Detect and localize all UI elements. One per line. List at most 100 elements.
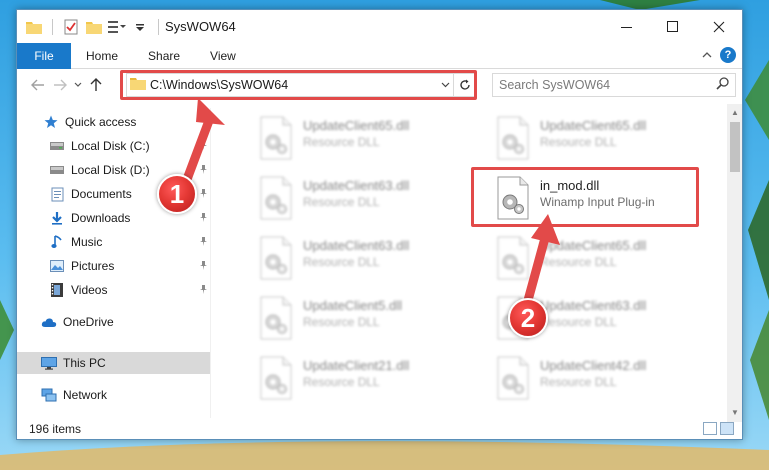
- forward-arrow-icon[interactable]: [49, 74, 71, 96]
- file-name: UpdateClient5.dll: [303, 298, 403, 313]
- nav-label: Pictures: [71, 259, 115, 273]
- status-bar: 196 items: [17, 419, 742, 439]
- address-bar-highlight: [120, 70, 477, 100]
- nav-quick-access[interactable]: Quick access: [17, 111, 210, 133]
- window-title: SysWOW64: [165, 19, 236, 34]
- star-icon: [43, 114, 59, 130]
- file-item[interactable]: UpdateClient5.dll Resource DLL: [257, 292, 487, 344]
- tab-view[interactable]: View: [195, 43, 251, 69]
- tab-file[interactable]: File: [17, 42, 71, 69]
- dll-file-icon: [257, 236, 295, 280]
- step-badge-2: 2: [508, 298, 548, 338]
- nav-label: Music: [71, 235, 103, 249]
- nav-item-network[interactable]: Network: [17, 384, 210, 406]
- dll-file-icon: [257, 296, 295, 340]
- documents-icon: [49, 186, 65, 202]
- file-item[interactable]: UpdateClient63.dll Resource DLL: [257, 232, 487, 284]
- item-count: 196 items: [29, 422, 82, 436]
- new-folder-icon[interactable]: [85, 18, 103, 36]
- dll-file-icon: [494, 236, 532, 280]
- file-name: UpdateClient65.dll: [540, 238, 647, 253]
- nav-label: Quick access: [65, 115, 137, 129]
- monitor-icon: [41, 355, 57, 371]
- file-description: Resource DLL: [540, 255, 617, 269]
- dll-file-icon: [494, 356, 532, 400]
- tab-share[interactable]: Share: [133, 43, 195, 69]
- toolbar-separator: [158, 18, 159, 35]
- search-placeholder: Search SysWOW64: [499, 78, 611, 92]
- dll-file-icon: [257, 176, 295, 220]
- expand-ribbon-icon[interactable]: [702, 48, 712, 62]
- file-description: Resource DLL: [303, 255, 380, 269]
- pin-icon[interactable]: [199, 236, 208, 248]
- up-arrow-icon[interactable]: [85, 74, 107, 96]
- back-arrow-icon[interactable]: [27, 74, 49, 96]
- pin-icon[interactable]: [199, 140, 208, 152]
- cloud-icon: [41, 314, 57, 330]
- file-list-pane: UpdateClient65.dll Resource DLL UpdateClie…: [222, 104, 727, 416]
- file-name: UpdateClient42.dll: [540, 358, 647, 373]
- help-icon[interactable]: ?: [720, 47, 736, 63]
- file-item[interactable]: UpdateClient63.dll Resource DLL: [257, 172, 487, 224]
- nav-item-pictures[interactable]: Pictures: [17, 255, 210, 277]
- drive-icon: [49, 162, 65, 178]
- file-name: UpdateClient63.dll: [303, 238, 410, 253]
- close-button[interactable]: [696, 10, 742, 43]
- file-highlight: [471, 167, 699, 227]
- scroll-down-icon[interactable]: ▼: [727, 406, 742, 420]
- dll-file-icon: [257, 116, 295, 160]
- properties-icon[interactable]: [62, 18, 80, 36]
- recent-locations-chevron-icon[interactable]: [71, 74, 85, 96]
- nav-item-music[interactable]: Music: [17, 231, 210, 253]
- downloads-icon: [49, 210, 65, 226]
- search-input[interactable]: Search SysWOW64: [492, 73, 736, 97]
- file-description: Resource DLL: [303, 195, 380, 209]
- scrollbar-thumb[interactable]: [730, 122, 740, 172]
- pin-icon[interactable]: [199, 164, 208, 176]
- file-name: UpdateClient63.dll: [303, 178, 410, 193]
- large-icons-view-button[interactable]: [720, 422, 734, 435]
- nav-label: Videos: [71, 283, 108, 297]
- vertical-scrollbar[interactable]: ▲ ▼: [727, 104, 742, 422]
- nav-item-videos[interactable]: Videos: [17, 279, 210, 301]
- pictures-icon: [49, 258, 65, 274]
- pin-icon[interactable]: [199, 284, 208, 296]
- search-icon[interactable]: [716, 77, 729, 93]
- music-icon: [49, 234, 65, 250]
- file-name: UpdateClient65.dll: [540, 118, 647, 133]
- file-name: UpdateClient63.dll: [540, 298, 647, 313]
- file-description: Resource DLL: [540, 135, 617, 149]
- pin-icon[interactable]: [199, 212, 208, 224]
- file-description: Resource DLL: [303, 135, 380, 149]
- pin-icon[interactable]: [199, 188, 208, 200]
- file-item[interactable]: UpdateClient21.dll Resource DLL: [257, 352, 487, 404]
- file-description: Resource DLL: [540, 315, 617, 329]
- file-item[interactable]: UpdateClient65.dll Resource DLL: [494, 112, 724, 164]
- file-description: Resource DLL: [303, 315, 380, 329]
- network-icon: [41, 387, 57, 403]
- maximize-button[interactable]: [650, 10, 696, 43]
- folder-icon[interactable]: [25, 18, 43, 36]
- file-name: UpdateClient21.dll: [303, 358, 410, 373]
- nav-item-onedrive[interactable]: OneDrive: [17, 311, 210, 333]
- minimize-button[interactable]: [604, 10, 650, 43]
- nav-label: Network: [63, 388, 108, 402]
- file-item[interactable]: UpdateClient65.dll Resource DLL: [494, 232, 724, 284]
- nav-item-local-disk-c[interactable]: Local Disk (C:): [17, 135, 210, 157]
- chevron-down-icon[interactable]: [131, 18, 149, 36]
- pin-icon[interactable]: [199, 260, 208, 272]
- nav-label: This PC: [63, 356, 106, 370]
- nav-label: Downloads: [71, 211, 131, 225]
- nav-item-this-pc[interactable]: This PC: [17, 352, 210, 374]
- nav-label: OneDrive: [63, 315, 114, 329]
- file-description: Resource DLL: [303, 375, 380, 389]
- details-view-button[interactable]: [703, 422, 717, 435]
- window-controls: [604, 10, 742, 43]
- tab-home[interactable]: Home: [71, 43, 133, 69]
- file-item[interactable]: UpdateClient65.dll Resource DLL: [257, 112, 487, 164]
- file-item[interactable]: UpdateClient42.dll Resource DLL: [494, 352, 724, 404]
- nav-label: Documents: [71, 187, 132, 201]
- scroll-up-icon[interactable]: ▲: [727, 106, 742, 120]
- customize-toolbar-icon[interactable]: [108, 18, 126, 36]
- nav-label: Local Disk (C:): [71, 139, 150, 153]
